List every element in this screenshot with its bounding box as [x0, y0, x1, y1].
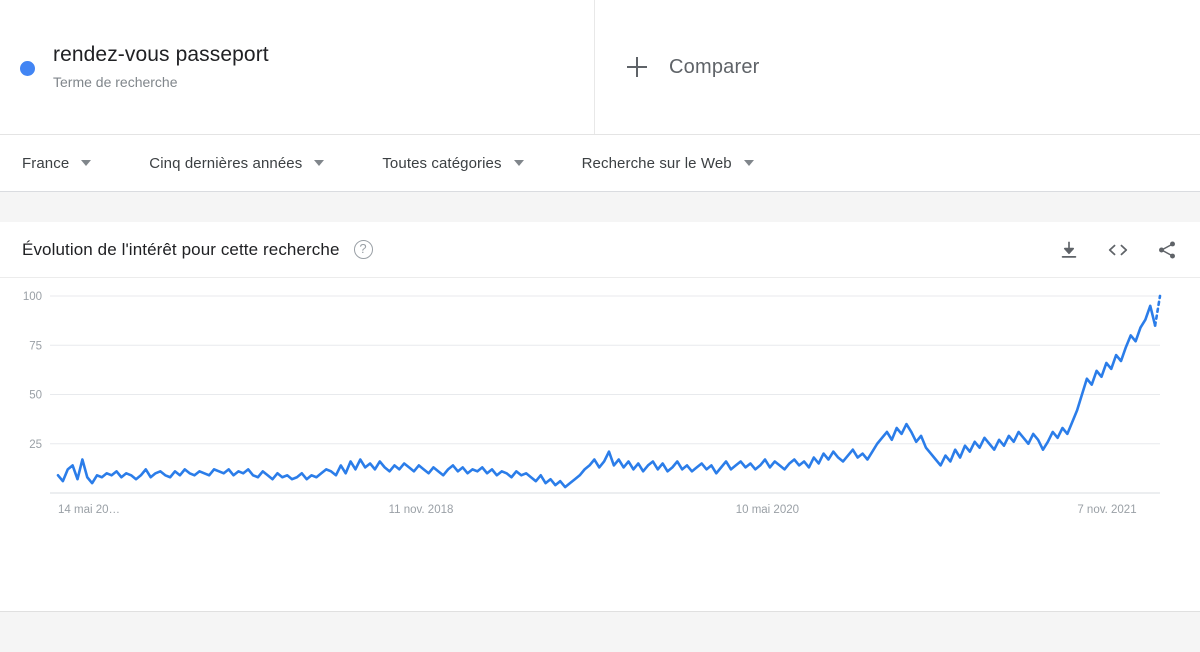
trends-page: rendez-vous passeport Terme de recherche…: [0, 0, 1200, 652]
series-color-dot: [20, 60, 35, 76]
search-term-card[interactable]: rendez-vous passeport Terme de recherche: [0, 0, 595, 134]
filter-time-range-label: Cinq dernières années: [149, 154, 303, 172]
search-term-header: rendez-vous passeport Terme de recherche…: [0, 0, 1200, 135]
chevron-down-icon: [81, 160, 92, 166]
x-axis-tick-label: 11 nov. 2018: [389, 504, 454, 516]
chevron-down-icon: [743, 160, 754, 166]
download-icon[interactable]: [1058, 239, 1080, 261]
help-circle-icon[interactable]: ?: [353, 240, 373, 259]
page-footer-space: [0, 612, 1200, 652]
y-axis-tick-label: 25: [29, 439, 42, 451]
y-axis-tick-label: 75: [29, 340, 42, 352]
series-line-partial: [1153, 294, 1162, 327]
filter-location[interactable]: France: [22, 154, 92, 172]
interest-over-time-card: Évolution de l'intérêt pour cette recher…: [0, 222, 1200, 612]
x-axis-tick-label: 10 mai 2020: [736, 504, 799, 516]
share-icon[interactable]: [1156, 239, 1178, 261]
chevron-down-icon: [314, 160, 325, 166]
filter-search-type[interactable]: Recherche sur le Web: [582, 155, 754, 172]
chevron-down-icon: [513, 160, 524, 166]
chart-plot-area[interactable]: 25 50 75 100 14 mai 20… 11 nov. 2018 10 mai 20…: [0, 278, 1200, 611]
interest-over-time-chart[interactable]: 25 50 75 100 14 mai 20… 11 nov. 2018 10 mai 20…: [0, 278, 1200, 611]
plus-icon: [627, 57, 647, 77]
card-header: Évolution de l'intérêt pour cette recher…: [0, 222, 1200, 278]
section-gap: [0, 192, 1200, 222]
x-axis-tick-label: 7 nov. 2021: [1077, 504, 1136, 516]
filter-time-range[interactable]: Cinq dernières années: [149, 154, 325, 172]
card-title: Évolution de l'intérêt pour cette recher…: [22, 239, 340, 259]
filter-bar: France Cinq dernières années Toutes caté…: [0, 135, 1200, 192]
y-axis-tick-label: 50: [29, 390, 42, 402]
filter-location-label: France: [22, 154, 70, 172]
filter-category-label: Toutes catégories: [382, 154, 502, 172]
card-actions: [1058, 239, 1178, 261]
x-axis-tick-label: 14 mai 20…: [58, 504, 120, 516]
series-line: [56, 304, 1157, 489]
y-axis-tick-label: 100: [23, 291, 42, 303]
compare-label: Comparer: [669, 55, 760, 78]
add-comparison-button[interactable]: Comparer: [595, 0, 1200, 134]
filter-category[interactable]: Toutes catégories: [382, 154, 524, 172]
embed-code-icon[interactable]: [1106, 239, 1130, 261]
filter-search-type-label: Recherche sur le Web: [581, 154, 732, 172]
search-term-subtitle: Terme de recherche: [53, 74, 178, 90]
search-term-title: rendez-vous passeport: [53, 43, 269, 66]
